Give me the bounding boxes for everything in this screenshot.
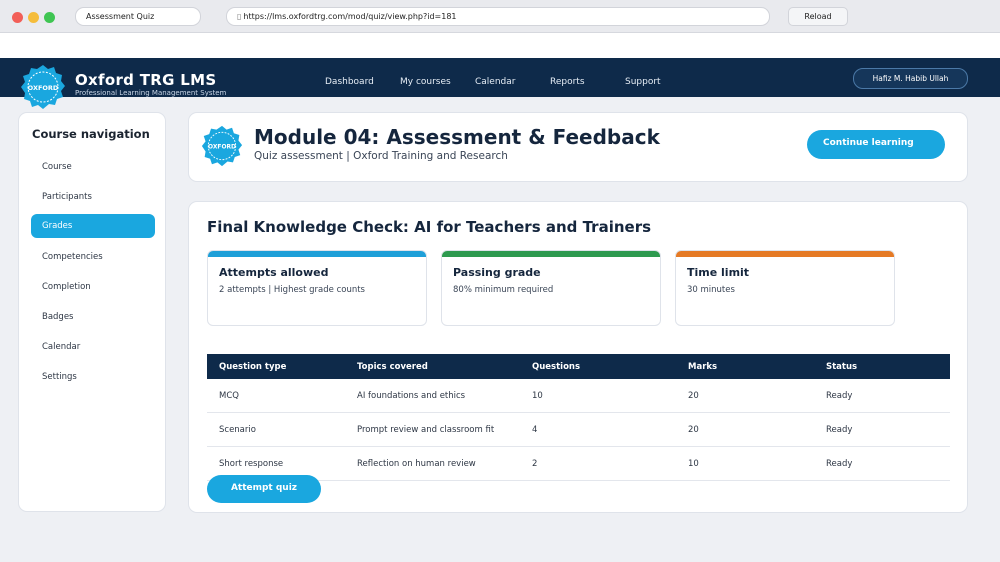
course-navigation-sidebar: Course navigation Course Participants Gr… xyxy=(18,112,166,512)
info-card-label: Attempts allowed xyxy=(219,266,329,279)
address-bar[interactable]: ▯ https://lms.oxfordtrg.com/mod/quiz/view… xyxy=(226,7,770,26)
oxford-badge-icon: OXFORD xyxy=(201,125,243,167)
info-card-attempts: Attempts allowed 2 attempts | Highest gr… xyxy=(207,250,427,326)
info-card-value: 30 minutes xyxy=(687,285,735,295)
sidebar-item-competencies[interactable]: Competencies xyxy=(31,245,155,269)
logo-text: OXFORD xyxy=(28,84,59,92)
attempt-quiz-button[interactable]: Attempt quiz xyxy=(207,475,321,503)
info-card-value: 80% minimum required xyxy=(453,285,554,295)
sidebar-item-completion[interactable]: Completion xyxy=(31,275,155,299)
browser-toolbar: Assessment Quiz ▯ https://lms.oxfordtrg.c… xyxy=(0,0,1000,33)
info-card-accent-bar xyxy=(442,251,660,257)
url-text: https://lms.oxfordtrg.com/mod/quiz/view.… xyxy=(243,12,457,21)
table-cell: Prompt review and classroom fit xyxy=(357,425,495,435)
info-card-value: 2 attempts | Highest grade counts xyxy=(219,285,365,295)
quiz-card: Final Knowledge Check: AI for Teachers a… xyxy=(188,201,968,513)
column-header: Marks xyxy=(688,362,718,372)
user-menu[interactable]: Hafiz M. Habib Ullah xyxy=(853,68,968,89)
module-subtitle: Quiz assessment | Oxford Training and Re… xyxy=(254,150,508,162)
browser-tab[interactable]: Assessment Quiz xyxy=(75,7,201,26)
lock-icon: ▯ xyxy=(237,12,242,21)
info-card-label: Time limit xyxy=(687,266,750,279)
continue-learning-button[interactable]: Continue learning xyxy=(807,130,945,159)
info-card-label: Passing grade xyxy=(453,266,541,279)
oxford-logo-icon[interactable]: OXFORD xyxy=(20,64,66,110)
column-header: Topics covered xyxy=(357,362,428,372)
table-cell: Reflection on human review xyxy=(357,459,476,469)
table-cell: Short response xyxy=(219,459,284,469)
brand-subtitle: Professional Learning Management System xyxy=(75,89,227,97)
close-window-icon[interactable] xyxy=(12,12,23,23)
nav-reports[interactable]: Reports xyxy=(550,77,585,87)
info-card-passing-grade: Passing grade 80% minimum required xyxy=(441,250,661,326)
module-header-card: OXFORD Module 04: Assessment & Feedback … xyxy=(188,112,968,182)
quiz-title: Final Knowledge Check: AI for Teachers a… xyxy=(207,218,652,236)
info-card-accent-bar xyxy=(208,251,426,257)
table-row: Short response Reflection on human revie… xyxy=(207,447,950,481)
sidebar-item-grades[interactable]: Grades xyxy=(31,214,155,238)
sidebar-item-calendar[interactable]: Calendar xyxy=(31,335,155,359)
minimize-window-icon[interactable] xyxy=(28,12,39,23)
table-cell: AI foundations and ethics xyxy=(357,391,466,401)
table-cell: MCQ xyxy=(219,391,239,401)
brand-title[interactable]: Oxford TRG LMS xyxy=(75,71,216,89)
status-cell: Ready xyxy=(826,459,853,469)
table-cell: Scenario xyxy=(219,425,256,435)
table-cell: 2 xyxy=(532,459,538,469)
status-cell: Ready xyxy=(826,425,853,435)
sidebar-item-settings[interactable]: Settings xyxy=(31,365,155,389)
badge-text: OXFORD xyxy=(208,144,236,151)
table-header: Question type Topics covered Questions M… xyxy=(207,354,950,379)
table-cell: 4 xyxy=(532,425,538,435)
maximize-window-icon[interactable] xyxy=(44,12,55,23)
column-header: Question type xyxy=(219,362,287,372)
sidebar-item-badges[interactable]: Badges xyxy=(31,305,155,329)
table-cell: 10 xyxy=(688,459,699,469)
table-row: MCQ AI foundations and ethics 10 20 Read… xyxy=(207,379,950,413)
nav-dashboard[interactable]: Dashboard xyxy=(325,77,374,87)
status-cell: Ready xyxy=(826,391,853,401)
column-header: Questions xyxy=(532,362,581,372)
table-row: Scenario Prompt review and classroom fit… xyxy=(207,413,950,447)
page-top-spacer xyxy=(0,33,1000,58)
page-title: Module 04: Assessment & Feedback xyxy=(254,125,660,149)
info-card-accent-bar xyxy=(676,251,894,257)
sidebar-item-participants[interactable]: Participants xyxy=(31,185,155,209)
nav-my-courses[interactable]: My courses xyxy=(400,77,451,87)
table-cell: 10 xyxy=(532,391,543,401)
reload-button[interactable]: Reload xyxy=(788,7,848,26)
info-card-time-limit: Time limit 30 minutes xyxy=(675,250,895,326)
nav-support[interactable]: Support xyxy=(625,77,661,87)
column-header: Status xyxy=(826,362,858,372)
table-cell: 20 xyxy=(688,425,699,435)
sidebar-item-course[interactable]: Course xyxy=(31,155,155,179)
sidebar-title: Course navigation xyxy=(32,127,150,141)
nav-calendar[interactable]: Calendar xyxy=(475,77,515,87)
table-cell: 20 xyxy=(688,391,699,401)
